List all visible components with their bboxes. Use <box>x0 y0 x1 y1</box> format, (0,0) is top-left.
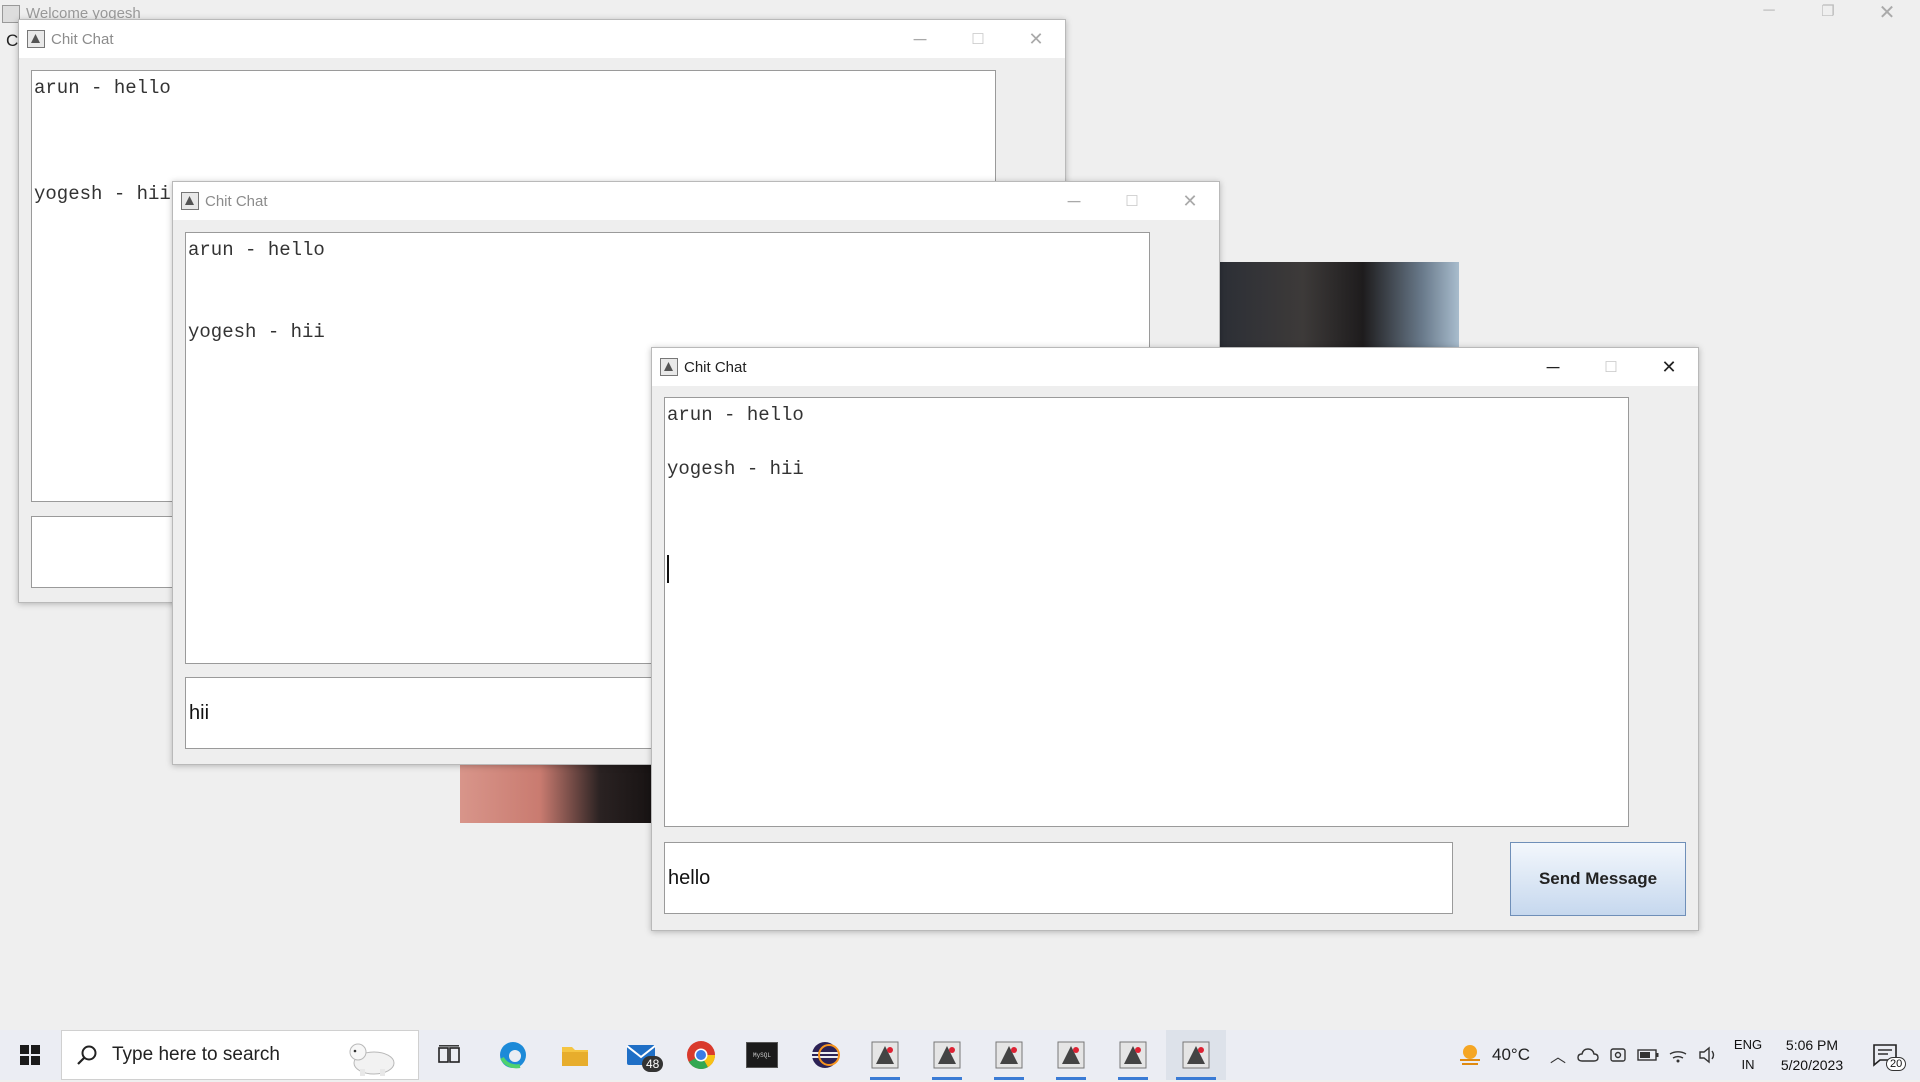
cloud-icon <box>1577 1048 1599 1062</box>
window-1-close-button[interactable]: ✕ <box>1007 20 1065 58</box>
background-close-button[interactable]: ✕ <box>1866 0 1908 26</box>
language-indicator[interactable]: ENG IN <box>1726 1030 1770 1080</box>
windows-logo-icon <box>20 1045 40 1065</box>
java-app-icon <box>181 192 199 210</box>
clock-time: 5:06 PM <box>1785 1037 1839 1053</box>
mysql-terminal-button[interactable]: MySQL <box>737 1030 787 1080</box>
window-2-titlebar[interactable]: Chit Chat ─ ☐ ✕ <box>173 182 1219 220</box>
java-app-icon <box>1057 1041 1085 1069</box>
eclipse-button[interactable] <box>800 1030 850 1080</box>
chrome-button[interactable] <box>676 1030 726 1080</box>
window-2-maximize-button[interactable]: ☐ <box>1103 182 1161 220</box>
java-app-taskbar-button-6[interactable] <box>1166 1030 1226 1080</box>
language-primary: ENG <box>1733 1037 1763 1052</box>
volume-tray-icon[interactable] <box>1694 1030 1722 1080</box>
java-app-icon <box>1182 1041 1210 1069</box>
window-3-maximize-button[interactable]: ☐ <box>1582 348 1640 386</box>
background-window-partial-label: C <box>6 31 19 50</box>
taskbar: Type here to search 48 MySQL 40°C ︿ ENG … <box>0 1030 1920 1080</box>
mail-button[interactable]: 48 <box>614 1030 670 1080</box>
notification-center-button[interactable]: 20 <box>1860 1030 1910 1080</box>
java-app-icon <box>871 1041 899 1069</box>
chrome-icon <box>687 1041 715 1069</box>
java-app-taskbar-button-5[interactable] <box>1108 1030 1158 1080</box>
edge-browser-button[interactable] <box>488 1030 538 1080</box>
window-3-titlebar[interactable]: Chit Chat ─ ☐ ✕ <box>652 348 1698 386</box>
file-explorer-button[interactable] <box>550 1030 600 1080</box>
window-1-maximize-button[interactable]: ☐ <box>949 20 1007 58</box>
search-placeholder: Type here to search <box>112 1044 280 1065</box>
window-3-minimize-button[interactable]: ─ <box>1524 348 1582 386</box>
java-app-taskbar-button-4[interactable] <box>1046 1030 1096 1080</box>
chat-message: yogesh - hii <box>188 321 325 343</box>
chat-message: yogesh - hii <box>667 458 804 480</box>
window-2-minimize-button[interactable]: ─ <box>1045 182 1103 220</box>
wifi-tray-icon[interactable] <box>1664 1030 1692 1080</box>
mail-badge: 48 <box>642 1056 664 1072</box>
background-photo-top <box>1219 262 1459 350</box>
speaker-icon <box>1699 1046 1715 1064</box>
java-app-taskbar-button-1[interactable] <box>860 1030 910 1080</box>
sun-haze-icon <box>1460 1045 1480 1065</box>
task-view-icon <box>438 1045 460 1063</box>
window-3-title: Chit Chat <box>684 358 747 376</box>
java-app-icon <box>660 358 678 376</box>
chat-message: arun - hello <box>667 404 804 426</box>
meet-now-tray-icon[interactable] <box>1604 1030 1632 1080</box>
java-app-taskbar-button-2[interactable] <box>922 1030 972 1080</box>
language-secondary: IN <box>1741 1057 1755 1072</box>
battery-tray-icon[interactable] <box>1634 1030 1662 1080</box>
notification-count-badge: 20 <box>1886 1057 1907 1071</box>
clock[interactable]: 5:06 PM 5/20/2023 <box>1772 1030 1852 1080</box>
background-minimize-button[interactable]: ─ <box>1748 2 1790 28</box>
terminal-icon: MySQL <box>746 1042 778 1068</box>
weather-temperature: 40°C <box>1492 1045 1530 1064</box>
start-button[interactable] <box>0 1030 60 1080</box>
window-3-message-input[interactable]: hello <box>664 842 1453 914</box>
folder-icon <box>562 1047 588 1066</box>
weather-widget[interactable]: 40°C <box>1438 1030 1548 1080</box>
text-caret <box>667 555 669 583</box>
wifi-icon <box>1669 1051 1687 1063</box>
window-2-close-button[interactable]: ✕ <box>1161 182 1219 220</box>
onedrive-tray-icon[interactable] <box>1574 1030 1602 1080</box>
java-app-taskbar-button-3[interactable] <box>984 1030 1034 1080</box>
window-1-titlebar[interactable]: Chit Chat ─ ☐ ✕ <box>19 20 1065 58</box>
window-2-title: Chit Chat <box>205 192 268 210</box>
battery-icon <box>1637 1049 1659 1061</box>
search-icon <box>77 1045 97 1065</box>
java-app-icon <box>1119 1041 1147 1069</box>
window-3-chat-area[interactable]: arun - hello yogesh - hii <box>664 397 1629 827</box>
search-highlight-polar-bear-icon <box>344 1037 400 1077</box>
java-app-icon <box>933 1041 961 1069</box>
send-message-button[interactable]: Send Message <box>1510 842 1686 916</box>
background-restore-button[interactable]: ❐ <box>1807 2 1849 28</box>
window-3-close-button[interactable]: ✕ <box>1640 348 1698 386</box>
clock-date: 5/20/2023 <box>1780 1057 1844 1073</box>
window-1-title: Chit Chat <box>51 30 114 48</box>
java-app-icon <box>27 30 45 48</box>
chat-window-3: Chit Chat ─ ☐ ✕ arun - hello yogesh - hi… <box>651 347 1699 931</box>
taskbar-search-box[interactable]: Type here to search <box>61 1030 419 1080</box>
window-1-minimize-button[interactable]: ─ <box>891 20 949 58</box>
chat-message: arun - hello <box>188 239 325 261</box>
eclipse-icon <box>812 1042 840 1068</box>
show-hidden-icons-button[interactable]: ︿ <box>1544 1030 1572 1080</box>
edge-icon <box>500 1042 526 1069</box>
java-app-icon <box>995 1041 1023 1069</box>
background-photo-bottom <box>460 760 660 823</box>
camera-icon <box>1610 1048 1626 1062</box>
chat-message: arun - hello <box>34 77 171 99</box>
task-view-button[interactable] <box>424 1030 474 1080</box>
chevron-up-icon: ︿ <box>1549 1049 1566 1066</box>
